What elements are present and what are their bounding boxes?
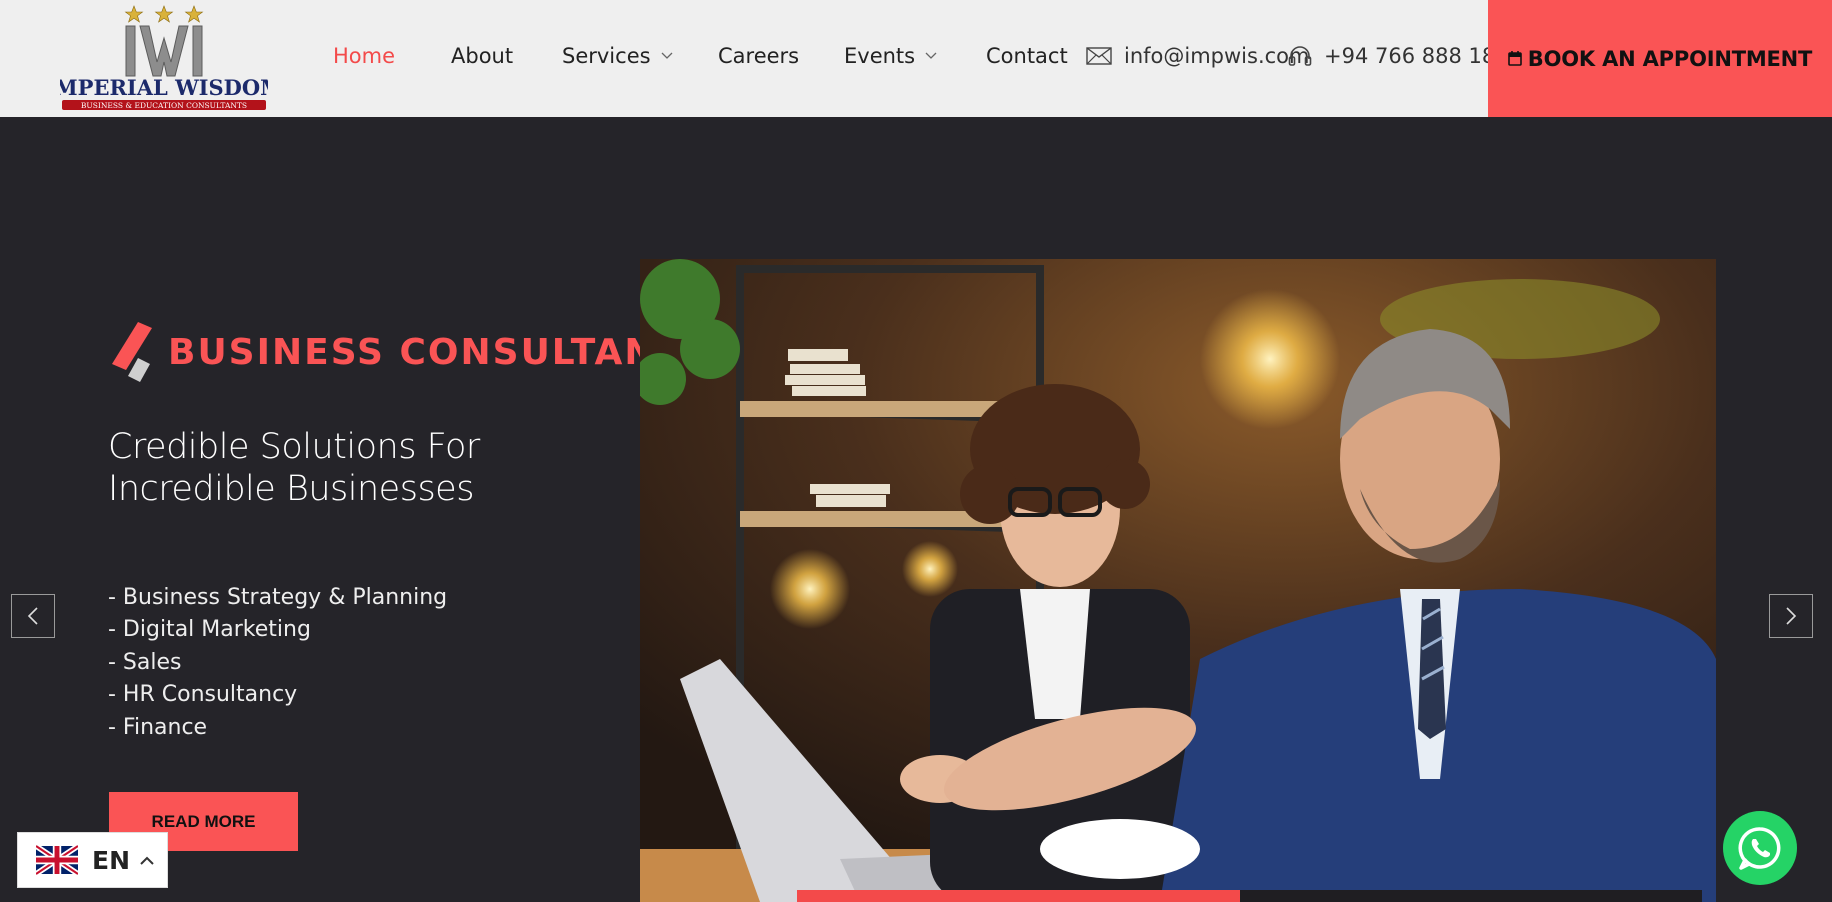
hero-feature-list: - Business Strategy & Planning - Digital…	[108, 582, 447, 744]
logo-wordmark: IMPERIAL WISDOM	[60, 75, 268, 100]
logo-tagline: BUSINESS & EDUCATION CONSULTANTS	[81, 101, 247, 110]
nav-about[interactable]: About	[451, 44, 513, 68]
nav-contact[interactable]: Contact	[986, 44, 1068, 68]
list-item: - Sales	[108, 649, 182, 675]
slider-next-button[interactable]	[1769, 594, 1813, 638]
nav-services-label: Services	[562, 44, 651, 68]
headset-icon	[1288, 46, 1312, 66]
book-appointment-button[interactable]: BOOK AN APPOINTMENT	[1488, 0, 1832, 117]
site-header: IMPERIAL WISDOM BUSINESS & EDUCATION CON…	[0, 0, 1832, 117]
chevron-up-icon	[140, 856, 154, 865]
nav-about-label: About	[451, 44, 514, 68]
list-item: - Digital Marketing	[108, 617, 311, 643]
slide-progress-bar	[797, 890, 1702, 902]
hero-photo	[640, 259, 1716, 902]
list-item: - Business Strategy & Planning	[108, 585, 448, 610]
book-appointment-label: BOOK AN APPOINTMENT	[1527, 46, 1813, 71]
phone-text: +94 766 888 184	[1324, 44, 1509, 68]
nav-home[interactable]: Home	[333, 44, 395, 68]
list-item: - Finance	[108, 714, 208, 740]
whatsapp-icon	[1738, 827, 1781, 870]
phone-link[interactable]: +94 766 888 184	[1288, 44, 1509, 68]
read-more-label: READ MORE	[151, 811, 256, 831]
hero-eyebrow: BUSINESS CONSULTANCY	[110, 320, 713, 384]
nav-services[interactable]: Services	[562, 44, 673, 68]
uk-flag-icon	[36, 845, 78, 875]
chevron-down-icon	[925, 52, 937, 59]
envelope-icon	[1086, 47, 1112, 65]
email-text: info@impwis.com	[1124, 44, 1310, 68]
chevron-left-icon	[27, 607, 38, 625]
calendar-icon	[1507, 51, 1522, 66]
hero-headline-line2: Incredible Businesses	[108, 469, 474, 509]
chevron-down-icon	[661, 52, 673, 59]
chevron-right-icon	[1786, 607, 1797, 625]
slide-progress-fill	[797, 890, 1241, 902]
nav-careers-label: Careers	[718, 44, 800, 68]
hero-headline-line1: Credible Solutions For	[108, 427, 480, 467]
list-item: - HR Consultancy	[108, 682, 298, 708]
hero-eyebrow-text: BUSINESS CONSULTANCY	[168, 331, 714, 373]
nav-careers[interactable]: Careers	[718, 44, 799, 68]
language-code: EN	[92, 845, 131, 875]
whatsapp-chat-button[interactable]	[1723, 811, 1797, 885]
nav-contact-label: Contact	[986, 44, 1068, 68]
nav-events-label: Events	[844, 44, 916, 68]
hero-headline: Credible Solutions For Incredible Busine…	[108, 426, 528, 510]
imperial-wisdom-logo[interactable]: IMPERIAL WISDOM BUSINESS & EDUCATION CON…	[45, 2, 283, 114]
nav-events[interactable]: Events	[844, 44, 937, 68]
nav-home-label: Home	[333, 44, 396, 68]
email-link[interactable]: info@impwis.com	[1086, 44, 1309, 68]
slider-prev-button[interactable]	[11, 594, 55, 638]
slash-accent-icon	[112, 322, 152, 382]
language-switcher[interactable]: EN	[17, 832, 168, 888]
